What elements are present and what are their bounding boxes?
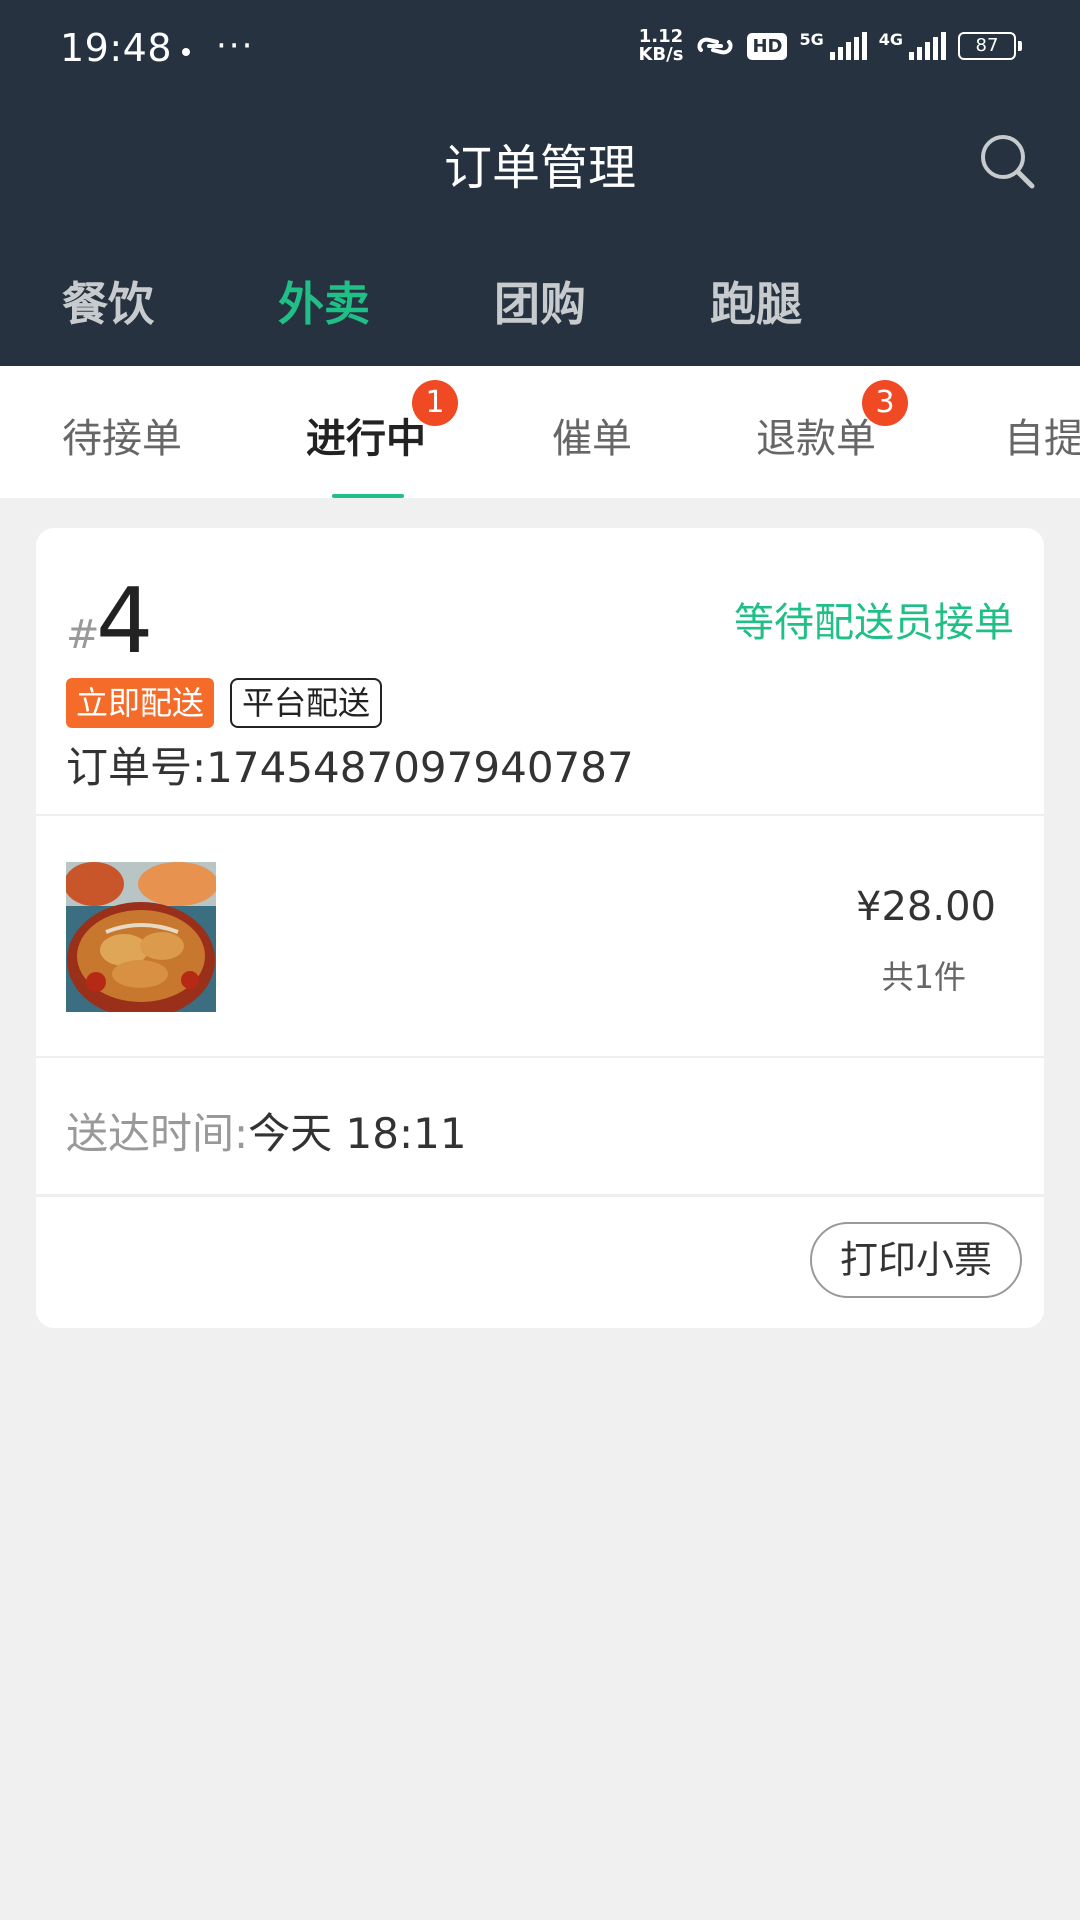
signal-5g-label: 5G	[799, 30, 824, 49]
app-header: 19:48 ··· 1.12 KB/s HD 5G 4G 87 订单管理 餐饮 …	[0, 0, 1080, 366]
tab-errand[interactable]: 跑腿	[710, 268, 802, 334]
category-tabs: 餐饮 外卖 团购 跑腿	[0, 268, 1080, 332]
order-card[interactable]: # 4 等待配送员接单 立即配送 平台配送 订单号:17454870979407…	[36, 528, 1044, 1328]
divider	[36, 1056, 1044, 1058]
active-tab-indicator	[332, 494, 404, 498]
page-title: 订单管理	[443, 140, 636, 196]
status-more-icon: ···	[216, 26, 255, 66]
order-id: 订单号:1745487097940787	[66, 734, 634, 795]
hd-icon: HD	[747, 32, 788, 60]
network-speed-unit: KB/s	[638, 44, 684, 65]
tab-self-pickup[interactable]: 自提	[1004, 406, 1080, 464]
search-icon[interactable]	[978, 132, 1038, 192]
link-icon	[697, 37, 734, 55]
order-id-label: 订单号:	[66, 743, 207, 792]
status-time: 19:48	[60, 26, 173, 70]
signal-4g-icon	[909, 32, 946, 60]
refund-count-badge: 3	[862, 380, 908, 426]
tab-takeout[interactable]: 外卖	[278, 268, 370, 334]
signal-5g-icon	[829, 32, 867, 60]
battery-icon: 87	[958, 32, 1022, 60]
order-id-value: 1745487097940787	[206, 743, 634, 792]
platform-delivery-tag: 平台配送	[230, 678, 383, 728]
divider	[36, 1194, 1044, 1197]
food-thumbnail[interactable]	[66, 862, 216, 1012]
battery-level: 87	[958, 32, 1016, 60]
order-price: ¥28.00	[856, 884, 996, 930]
network-speed: 1.12 KB/s	[638, 28, 683, 64]
tab-dining[interactable]: 餐饮	[62, 268, 154, 334]
tab-group-buy[interactable]: 团购	[494, 268, 586, 334]
delivery-time-value: 今天 18:11	[248, 1109, 467, 1158]
notification-dot-icon	[182, 48, 190, 56]
tab-pending-accept[interactable]: 待接单	[62, 406, 182, 464]
delivery-type-tag: 立即配送	[66, 678, 215, 728]
status-indicators: 1.12 KB/s HD 5G 4G 87	[638, 28, 1022, 64]
divider	[36, 814, 1044, 816]
signal-4g-label: 4G	[878, 30, 903, 49]
delivery-time-label: 送达时间:	[66, 1109, 249, 1158]
delivery-time: 送达时间:今天 18:11	[66, 1100, 467, 1161]
print-receipt-button[interactable]: 打印小票	[810, 1222, 1022, 1298]
tab-urge[interactable]: 催单	[552, 406, 632, 464]
order-hash: #	[66, 612, 100, 658]
item-count: 共1件	[881, 958, 966, 996]
status-bar: 19:48 ··· 1.12 KB/s HD 5G 4G 87	[0, 0, 1080, 100]
tab-refund[interactable]: 退款单	[756, 406, 876, 464]
order-status: 等待配送员接单	[734, 600, 1014, 646]
order-status-tabs: 待接单 进行中 1 催单 退款单 3 自提	[0, 366, 1080, 498]
tab-in-progress[interactable]: 进行中	[306, 406, 426, 464]
in-progress-count-badge: 1	[412, 380, 458, 426]
order-sequence-number: 4	[96, 569, 154, 674]
